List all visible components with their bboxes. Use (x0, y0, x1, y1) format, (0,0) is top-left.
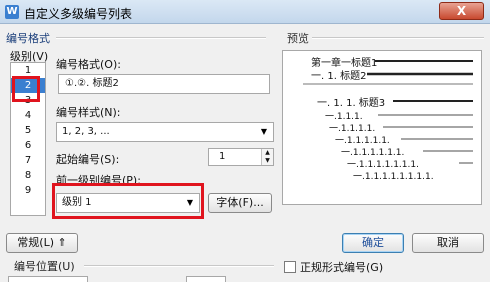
prev-level-highlight-box (52, 183, 204, 219)
style-label: 编号样式(N): (56, 106, 121, 119)
close-button[interactable]: X (439, 2, 484, 20)
wps-app-icon: W (5, 5, 19, 19)
alignment-input[interactable] (186, 276, 226, 282)
number-format-section-label: 编号格式 (6, 32, 50, 45)
level-item[interactable]: 8 (11, 168, 45, 183)
preview-label: 预览 (287, 32, 309, 45)
title-bar: W 自定义多级编号列表 X (0, 0, 490, 24)
ok-button[interactable]: 确定 (342, 233, 404, 253)
level-item[interactable]: 9 (11, 183, 45, 198)
level-item[interactable]: 6 (11, 138, 45, 153)
preview-divider (312, 37, 484, 39)
level-item[interactable]: 5 (11, 123, 45, 138)
preview-line: 一. 1. 标题2 (311, 71, 367, 82)
number-style-select[interactable]: 1, 2, 3, ... ▼ (56, 122, 274, 142)
start-number-label: 起始编号(S): (56, 153, 120, 166)
start-number-value: 1 (219, 151, 226, 162)
spin-up-icon[interactable]: ▲ (261, 149, 273, 157)
number-format-input[interactable]: ①.②. 标题2 (58, 74, 270, 94)
preview-panel: 第一章一标题1 一. 1. 标题2 一. 1. 1. 标题3 一.1.1.1. … (282, 50, 482, 205)
font-button[interactable]: 字体(F)... (208, 193, 272, 213)
normal-toggle-button[interactable]: 常规(L) ⇑ (6, 233, 78, 253)
legal-format-checkbox[interactable] (284, 261, 296, 273)
start-number-spinner[interactable]: 1 ▲ ▼ (208, 148, 274, 166)
preview-line: 一. 1. 1. 标题3 (317, 98, 386, 109)
dropdown-arrow-icon: ▼ (260, 127, 268, 136)
number-position-label: 编号位置(U) (14, 260, 75, 273)
number-format-divider (56, 37, 266, 39)
preview-line: 一.1.1.1.1.1.1.1.1. (353, 172, 434, 182)
legal-format-label: 正规形式编号(G) (300, 261, 384, 274)
number-position-select[interactable] (8, 276, 88, 282)
number-position-divider (84, 265, 274, 267)
number-style-value: 1, 2, 3, ... (62, 126, 110, 137)
level-highlight-box (12, 76, 40, 102)
level-item[interactable]: 4 (11, 108, 45, 123)
format-label: 编号格式(O): (56, 58, 121, 71)
spin-down-icon[interactable]: ▼ (261, 157, 273, 165)
level-item[interactable]: 7 (11, 153, 45, 168)
window-title: 自定义多级编号列表 (24, 7, 133, 21)
cancel-button[interactable]: 取消 (412, 233, 484, 253)
